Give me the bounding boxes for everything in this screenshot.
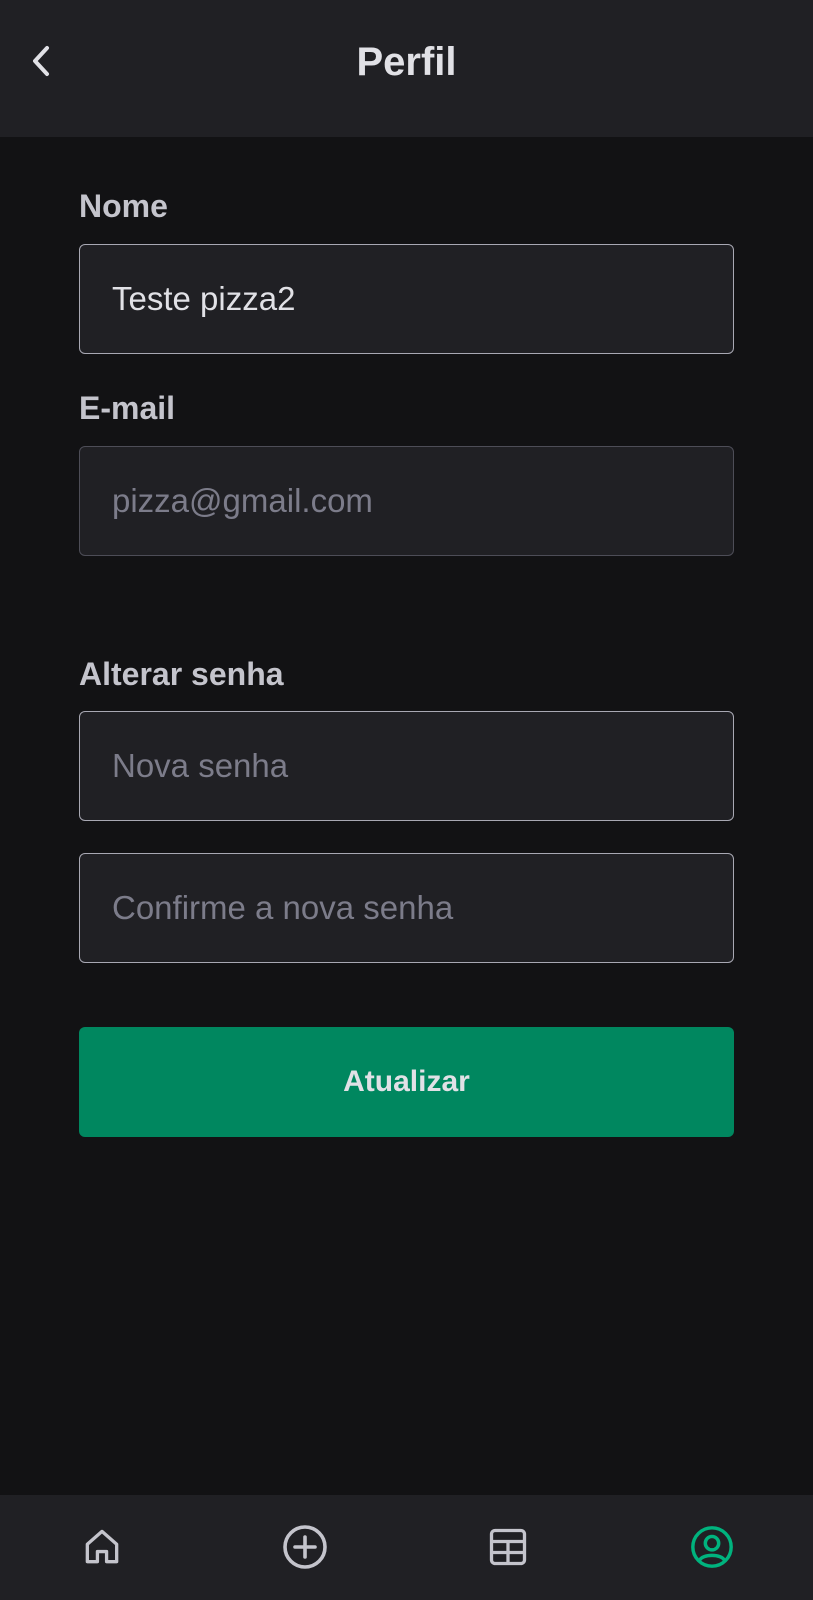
user-circle-icon: [691, 1526, 733, 1568]
header: Perfil: [0, 0, 813, 137]
new-password-input[interactable]: [79, 711, 734, 821]
change-password-label: Alterar senha: [79, 656, 284, 692]
table-icon: [489, 1528, 527, 1566]
name-label: Nome: [79, 188, 168, 224]
nav-item-new[interactable]: [273, 1515, 337, 1579]
nav-item-profile[interactable]: [680, 1515, 744, 1579]
confirm-password-input[interactable]: [79, 853, 734, 963]
bottom-nav: [0, 1495, 813, 1600]
nav-item-table[interactable]: [476, 1515, 540, 1579]
home-icon: [85, 1529, 119, 1564]
update-button[interactable]: Atualizar: [79, 1027, 734, 1137]
nav-item-home[interactable]: [70, 1515, 134, 1579]
name-input[interactable]: [79, 244, 734, 354]
email-input[interactable]: [79, 446, 734, 556]
page-title: Perfil: [356, 40, 457, 84]
profile-screen: Perfil Nome E-mail Alterar senha Atualiz…: [0, 0, 813, 1600]
email-label: E-mail: [79, 390, 176, 426]
plus-circle-icon: [283, 1525, 327, 1569]
